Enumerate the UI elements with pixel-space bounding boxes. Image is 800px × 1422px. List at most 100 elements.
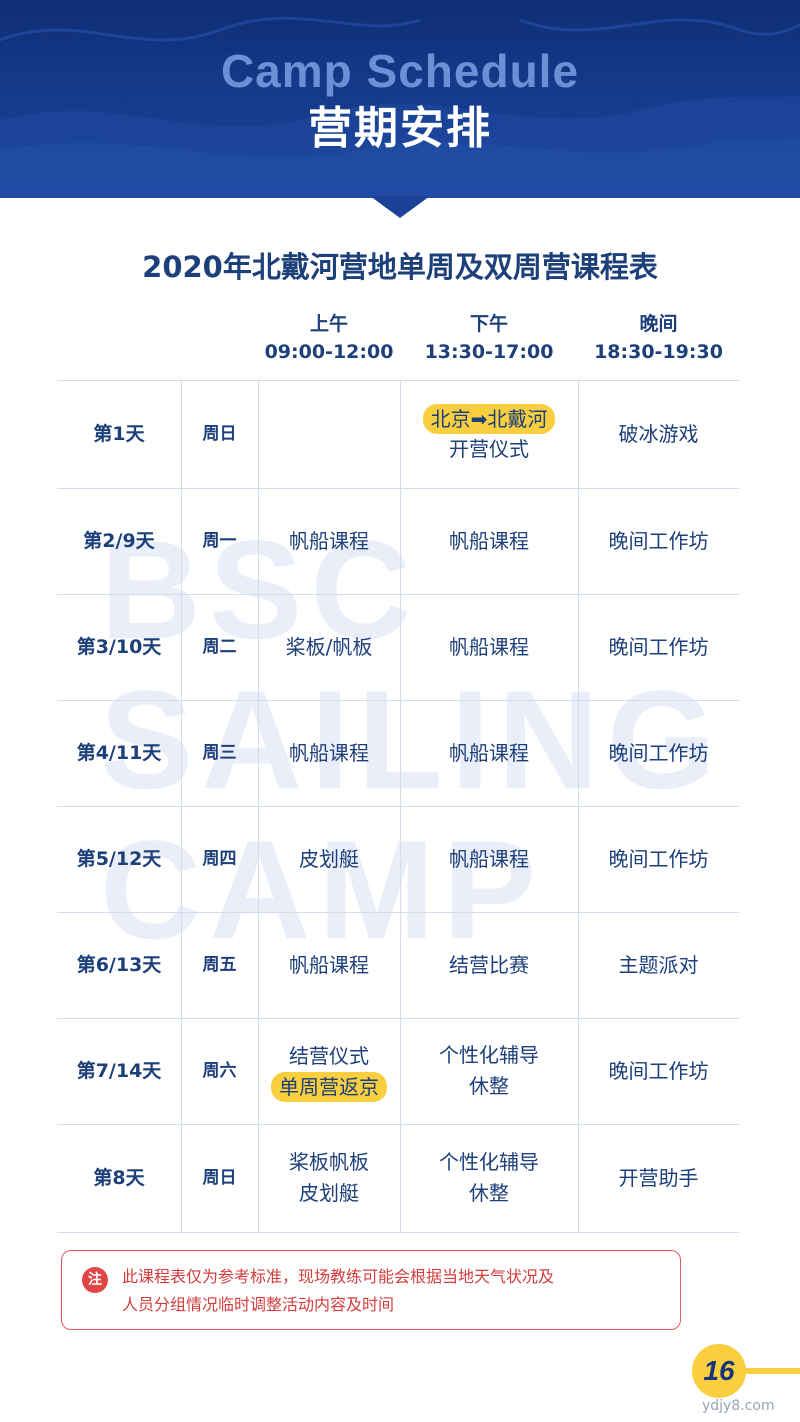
column-time: 09:00-12:00 <box>264 341 394 363</box>
table-cell-afternoon: 帆船课程 <box>400 806 578 912</box>
activity-text: 帆船课程 <box>449 846 529 871</box>
activity-text: 晚间工作坊 <box>608 846 709 871</box>
highlight-activity: 单周营返京 <box>271 1071 387 1102</box>
table-cell-day: 第4/11天 <box>57 700 181 806</box>
activity-text: 结营比赛 <box>449 952 529 977</box>
column-label: 上午 <box>309 313 348 335</box>
table-cell-weekday: 周二 <box>181 594 258 700</box>
table-cell-afternoon: 个性化辅导 休整 <box>400 1124 578 1232</box>
table-cell-evening: 晚间工作坊 <box>578 1018 739 1124</box>
table-cell-evening: 破冰游戏 <box>578 380 739 488</box>
table-cell-morning <box>258 380 400 488</box>
activity-text: 帆船课程 <box>449 740 529 765</box>
activity-text: 晚间工作坊 <box>608 528 709 553</box>
table-cell-afternoon: 帆船课程 <box>400 488 578 594</box>
table-cell-weekday: 周五 <box>181 912 258 1018</box>
notice-line: 此课程表仅为参考标准，现场教练可能会根据当地天气状况及 <box>122 1267 555 1286</box>
column-label: 晚间 <box>639 313 678 335</box>
day-label: 第6/13天 <box>76 953 162 976</box>
table-cell-day: 第3/10天 <box>57 594 181 700</box>
day-label: 第8天 <box>93 1166 145 1189</box>
activity-text: 皮划艇 <box>299 1181 359 1205</box>
table-cell-morning: 帆船课程 <box>258 488 400 594</box>
page-number: 16 <box>692 1344 746 1398</box>
table-cell-evening: 晚间工作坊 <box>578 700 739 806</box>
table-title: 2020年北戴河营地单周及双周营课程表 <box>142 250 658 284</box>
notice-badge-icon: 注 <box>82 1267 108 1293</box>
column-time: 13:30-17:00 <box>424 341 554 363</box>
table-cell-day: 第7/14天 <box>57 1018 181 1124</box>
site-watermark: ydjy8.com <box>702 1398 775 1414</box>
table-cell-afternoon: 帆船课程 <box>400 594 578 700</box>
weekday-label: 周四 <box>202 848 237 869</box>
table-cell-morning: 皮划艇 <box>258 806 400 912</box>
day-label: 第3/10天 <box>76 635 162 658</box>
title-chinese: 营期安排 <box>308 103 492 154</box>
day-label: 第5/12天 <box>76 847 162 870</box>
table-cell-morning: 结营仪式 单周营返京 <box>258 1018 400 1124</box>
day-label: 第4/11天 <box>76 741 162 764</box>
column-header-evening: 晚间 18:30-19:30 <box>578 310 739 366</box>
activity-text: 破冰游戏 <box>618 421 699 446</box>
table-cell-day: 第1天 <box>57 380 181 488</box>
activity-text: 开营助手 <box>618 1165 699 1190</box>
table-cell-evening: 开营助手 <box>578 1124 739 1232</box>
table-cell-afternoon: 结营比赛 <box>400 912 578 1018</box>
column-header-morning: 上午 09:00-12:00 <box>258 310 400 366</box>
column-label: 下午 <box>469 313 508 335</box>
activity-text: 晚间工作坊 <box>608 1058 709 1083</box>
activity-text: 个性化辅导 <box>439 1043 539 1067</box>
table-cell-day: 第5/12天 <box>57 806 181 912</box>
activity-text: 桨板帆板 <box>289 1150 369 1174</box>
schedule-table: 第1天 周日 北京➡北戴河 开营仪式 破冰游戏 第2/9天 周一 帆船课程 帆船课程 晚间工作坊第… <box>57 380 739 1233</box>
table-cell-evening: 晚间工作坊 <box>578 488 739 594</box>
table-cell-day: 第8天 <box>57 1124 181 1232</box>
page-stripe <box>744 1368 800 1374</box>
day-label: 第2/9天 <box>83 529 155 552</box>
table-cell-day: 第6/13天 <box>57 912 181 1018</box>
table-cell-evening: 晚间工作坊 <box>578 594 739 700</box>
activity-text: 皮划艇 <box>299 846 359 871</box>
table-cell-weekday: 周日 <box>181 380 258 488</box>
activity-text: 帆船课程 <box>289 740 369 765</box>
activity-text: 个性化辅导 <box>439 1150 539 1174</box>
weekday-label: 周日 <box>202 1167 237 1188</box>
banner-pointer <box>370 196 430 218</box>
table-cell-afternoon: 个性化辅导 休整 <box>400 1018 578 1124</box>
weekday-label: 周二 <box>202 636 237 657</box>
activity-text: 帆船课程 <box>449 528 529 553</box>
activity-text: 帆船课程 <box>289 952 369 977</box>
table-cell-evening: 主题派对 <box>578 912 739 1018</box>
weekday-label: 周三 <box>202 742 237 763</box>
title-english: Camp Schedule <box>220 45 580 97</box>
notice-line: 人员分组情况临时调整活动内容及时间 <box>122 1295 395 1314</box>
weekday-label: 周六 <box>202 1060 237 1081</box>
weekday-label: 周一 <box>202 530 237 551</box>
table-cell-afternoon: 帆船课程 <box>400 700 578 806</box>
highlight-activity: 北京➡北戴河 <box>422 403 556 434</box>
activity-text: 晚间工作坊 <box>608 634 709 659</box>
column-header-afternoon: 下午 13:30-17:00 <box>400 310 578 366</box>
activity-text: 开营仪式 <box>449 436 529 461</box>
activity-text: 帆船课程 <box>449 634 529 659</box>
table-cell-weekday: 周三 <box>181 700 258 806</box>
table-cell-weekday: 周日 <box>181 1124 258 1232</box>
table-cell-morning: 帆船课程 <box>258 912 400 1018</box>
table-cell-afternoon: 北京➡北戴河 开营仪式 <box>400 380 578 488</box>
table-cell-weekday: 周一 <box>181 488 258 594</box>
weekday-label: 周五 <box>202 954 237 975</box>
table-cell-morning: 帆船课程 <box>258 700 400 806</box>
activity-text: 休整 <box>469 1181 509 1205</box>
activity-text: 休整 <box>469 1074 509 1098</box>
table-cell-day: 第2/9天 <box>57 488 181 594</box>
table-cell-morning: 桨板/帆板 <box>258 594 400 700</box>
activity-text: 结营仪式 <box>289 1043 369 1068</box>
header-banner: Camp Schedule 营期安排 <box>0 0 800 198</box>
day-label: 第1天 <box>93 422 145 445</box>
activity-text: 晚间工作坊 <box>608 740 709 765</box>
notice-box: 注 此课程表仅为参考标准，现场教练可能会根据当地天气状况及 人员分组情况临时调整… <box>61 1250 681 1330</box>
table-row-divider <box>57 1232 739 1233</box>
weekday-label: 周日 <box>202 423 237 444</box>
activity-text: 主题派对 <box>618 952 699 977</box>
table-cell-evening: 晚间工作坊 <box>578 806 739 912</box>
